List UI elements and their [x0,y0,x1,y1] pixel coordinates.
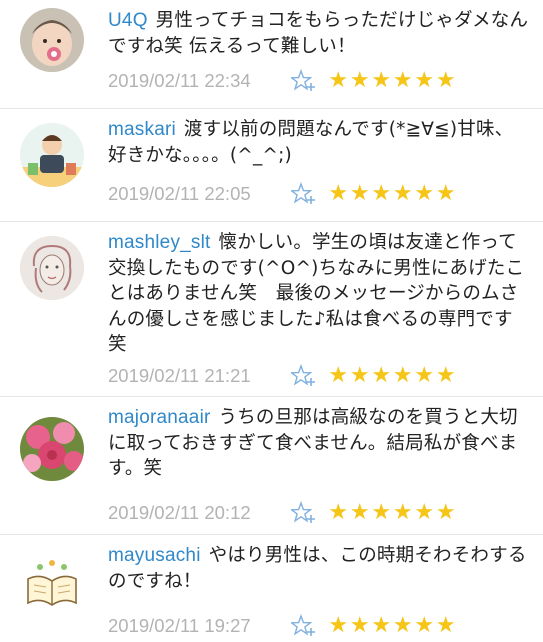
star-icon: ★ [392,613,413,638]
star-icon: ★ [392,68,413,93]
star-icon: ★ [349,500,370,525]
star-icon: ★ [435,181,456,206]
comment-body: mayusachi やはり男性は、この時期そわそわするのですね！ [108,543,529,594]
star-icon: ★ [328,181,349,206]
comment-item: majoranaair うちの旦那は高級なのを買うと大切に取っておきすぎて食べませ… [0,397,543,535]
comment-item: mayusachi やはり男性は、この時期そわそわするのですね！ 2019/02/… [0,535,543,640]
comment-body: maskari 渡す以前の問題なんです(*≧∀≦)甘味、好きかな。。。。(^_^;… [108,117,529,168]
comment-username[interactable]: maskari [108,119,176,140]
comment-username[interactable]: mashley_slt [108,232,211,253]
star-rating: ★ ★ ★ ★ ★ ★ [328,363,456,389]
star-icon: ★ [414,500,435,525]
star-icon: ★ [414,181,435,206]
comment-timestamp: 2019/02/11 21:21 [108,365,251,386]
comment-text: 男性ってチョコをもらっただけじゃダメなんですね笑 伝えるって難しい！ [108,10,529,57]
user-avatar[interactable] [20,8,84,72]
comment-username[interactable]: U4Q [108,10,148,31]
star-icon: ★ [349,613,370,638]
user-avatar[interactable] [20,417,84,481]
comment-item: U4Q 男性ってチョコをもらっただけじゃダメなんですね笑 伝えるって難しい！ 20… [0,0,543,109]
star-icon: ★ [349,181,370,206]
comment-body: majoranaair うちの旦那は高級なのを買うと大切に取っておきすぎて食べませ… [108,405,529,482]
star-rating: ★ ★ ★ ★ ★ ★ [328,181,456,207]
comment-meta: 2019/02/11 22:34 ★ ★ ★ ★ ★ ★ [108,68,528,94]
comment-item: maskari 渡す以前の問題なんです(*≧∀≦)甘味、好きかな。。。。(^_^;… [0,109,543,222]
comment-meta: 2019/02/11 21:21 ★ ★ ★ ★ ★ ★ [108,363,528,389]
star-icon: ★ [392,363,413,388]
add-star-icon[interactable] [289,500,317,525]
comment-meta: 2019/02/11 20:12 ★ ★ ★ ★ ★ ★ [108,500,528,526]
star-icon: ★ [414,363,435,388]
star-icon: ★ [371,500,392,525]
pink-roses-avatar-icon [20,417,84,481]
star-icon: ★ [392,181,413,206]
comment-body: mashley_slt 懐かしい。学生の頃は友達と作って交換したものです(^O^)… [108,230,529,358]
add-star-icon[interactable] [289,181,317,206]
comment-timestamp: 2019/02/11 20:12 [108,502,251,523]
comment-item: mashley_slt 懐かしい。学生の頃は友達と作って交換したものです(^O^)… [0,222,543,397]
star-icon: ★ [435,500,456,525]
comment-list: U4Q 男性ってチョコをもらっただけじゃダメなんですね笑 伝えるって難しい！ 20… [0,0,543,640]
cartoon-character-avatar-icon [20,123,84,187]
star-icon: ★ [328,68,349,93]
user-avatar[interactable] [20,555,84,619]
comment-username[interactable]: mayusachi [108,545,201,566]
star-icon: ★ [435,68,456,93]
star-icon: ★ [328,500,349,525]
star-icon: ★ [371,68,392,93]
user-avatar[interactable] [20,123,84,187]
star-icon: ★ [349,363,370,388]
star-rating: ★ ★ ★ ★ ★ ★ [328,500,456,526]
user-avatar[interactable] [20,236,84,300]
star-icon: ★ [328,613,349,638]
star-icon: ★ [328,363,349,388]
star-icon: ★ [414,613,435,638]
star-icon: ★ [371,363,392,388]
add-star-icon[interactable] [289,68,317,93]
comment-meta: 2019/02/11 22:05 ★ ★ ★ ★ ★ ★ [108,181,528,207]
star-icon: ★ [414,68,435,93]
open-book-avatar-icon [20,555,84,619]
comment-timestamp: 2019/02/11 22:05 [108,183,251,204]
comment-timestamp: 2019/02/11 19:27 [108,615,251,636]
star-icon: ★ [371,181,392,206]
add-star-icon[interactable] [289,613,317,638]
comment-body: U4Q 男性ってチョコをもらっただけじゃダメなんですね笑 伝えるって難しい！ [108,8,529,59]
star-icon: ★ [435,363,456,388]
comment-timestamp: 2019/02/11 22:34 [108,70,251,91]
star-icon: ★ [371,613,392,638]
comment-username[interactable]: majoranaair [108,407,211,428]
sketch-face-avatar-icon [20,236,84,300]
star-rating: ★ ★ ★ ★ ★ ★ [328,613,456,639]
add-star-icon[interactable] [289,363,317,388]
star-icon: ★ [349,68,370,93]
comment-meta: 2019/02/11 19:27 ★ ★ ★ ★ ★ ★ [108,613,528,639]
star-icon: ★ [392,500,413,525]
star-rating: ★ ★ ★ ★ ★ ★ [328,68,456,94]
baby-photo-avatar-icon [20,8,84,72]
star-icon: ★ [435,613,456,638]
